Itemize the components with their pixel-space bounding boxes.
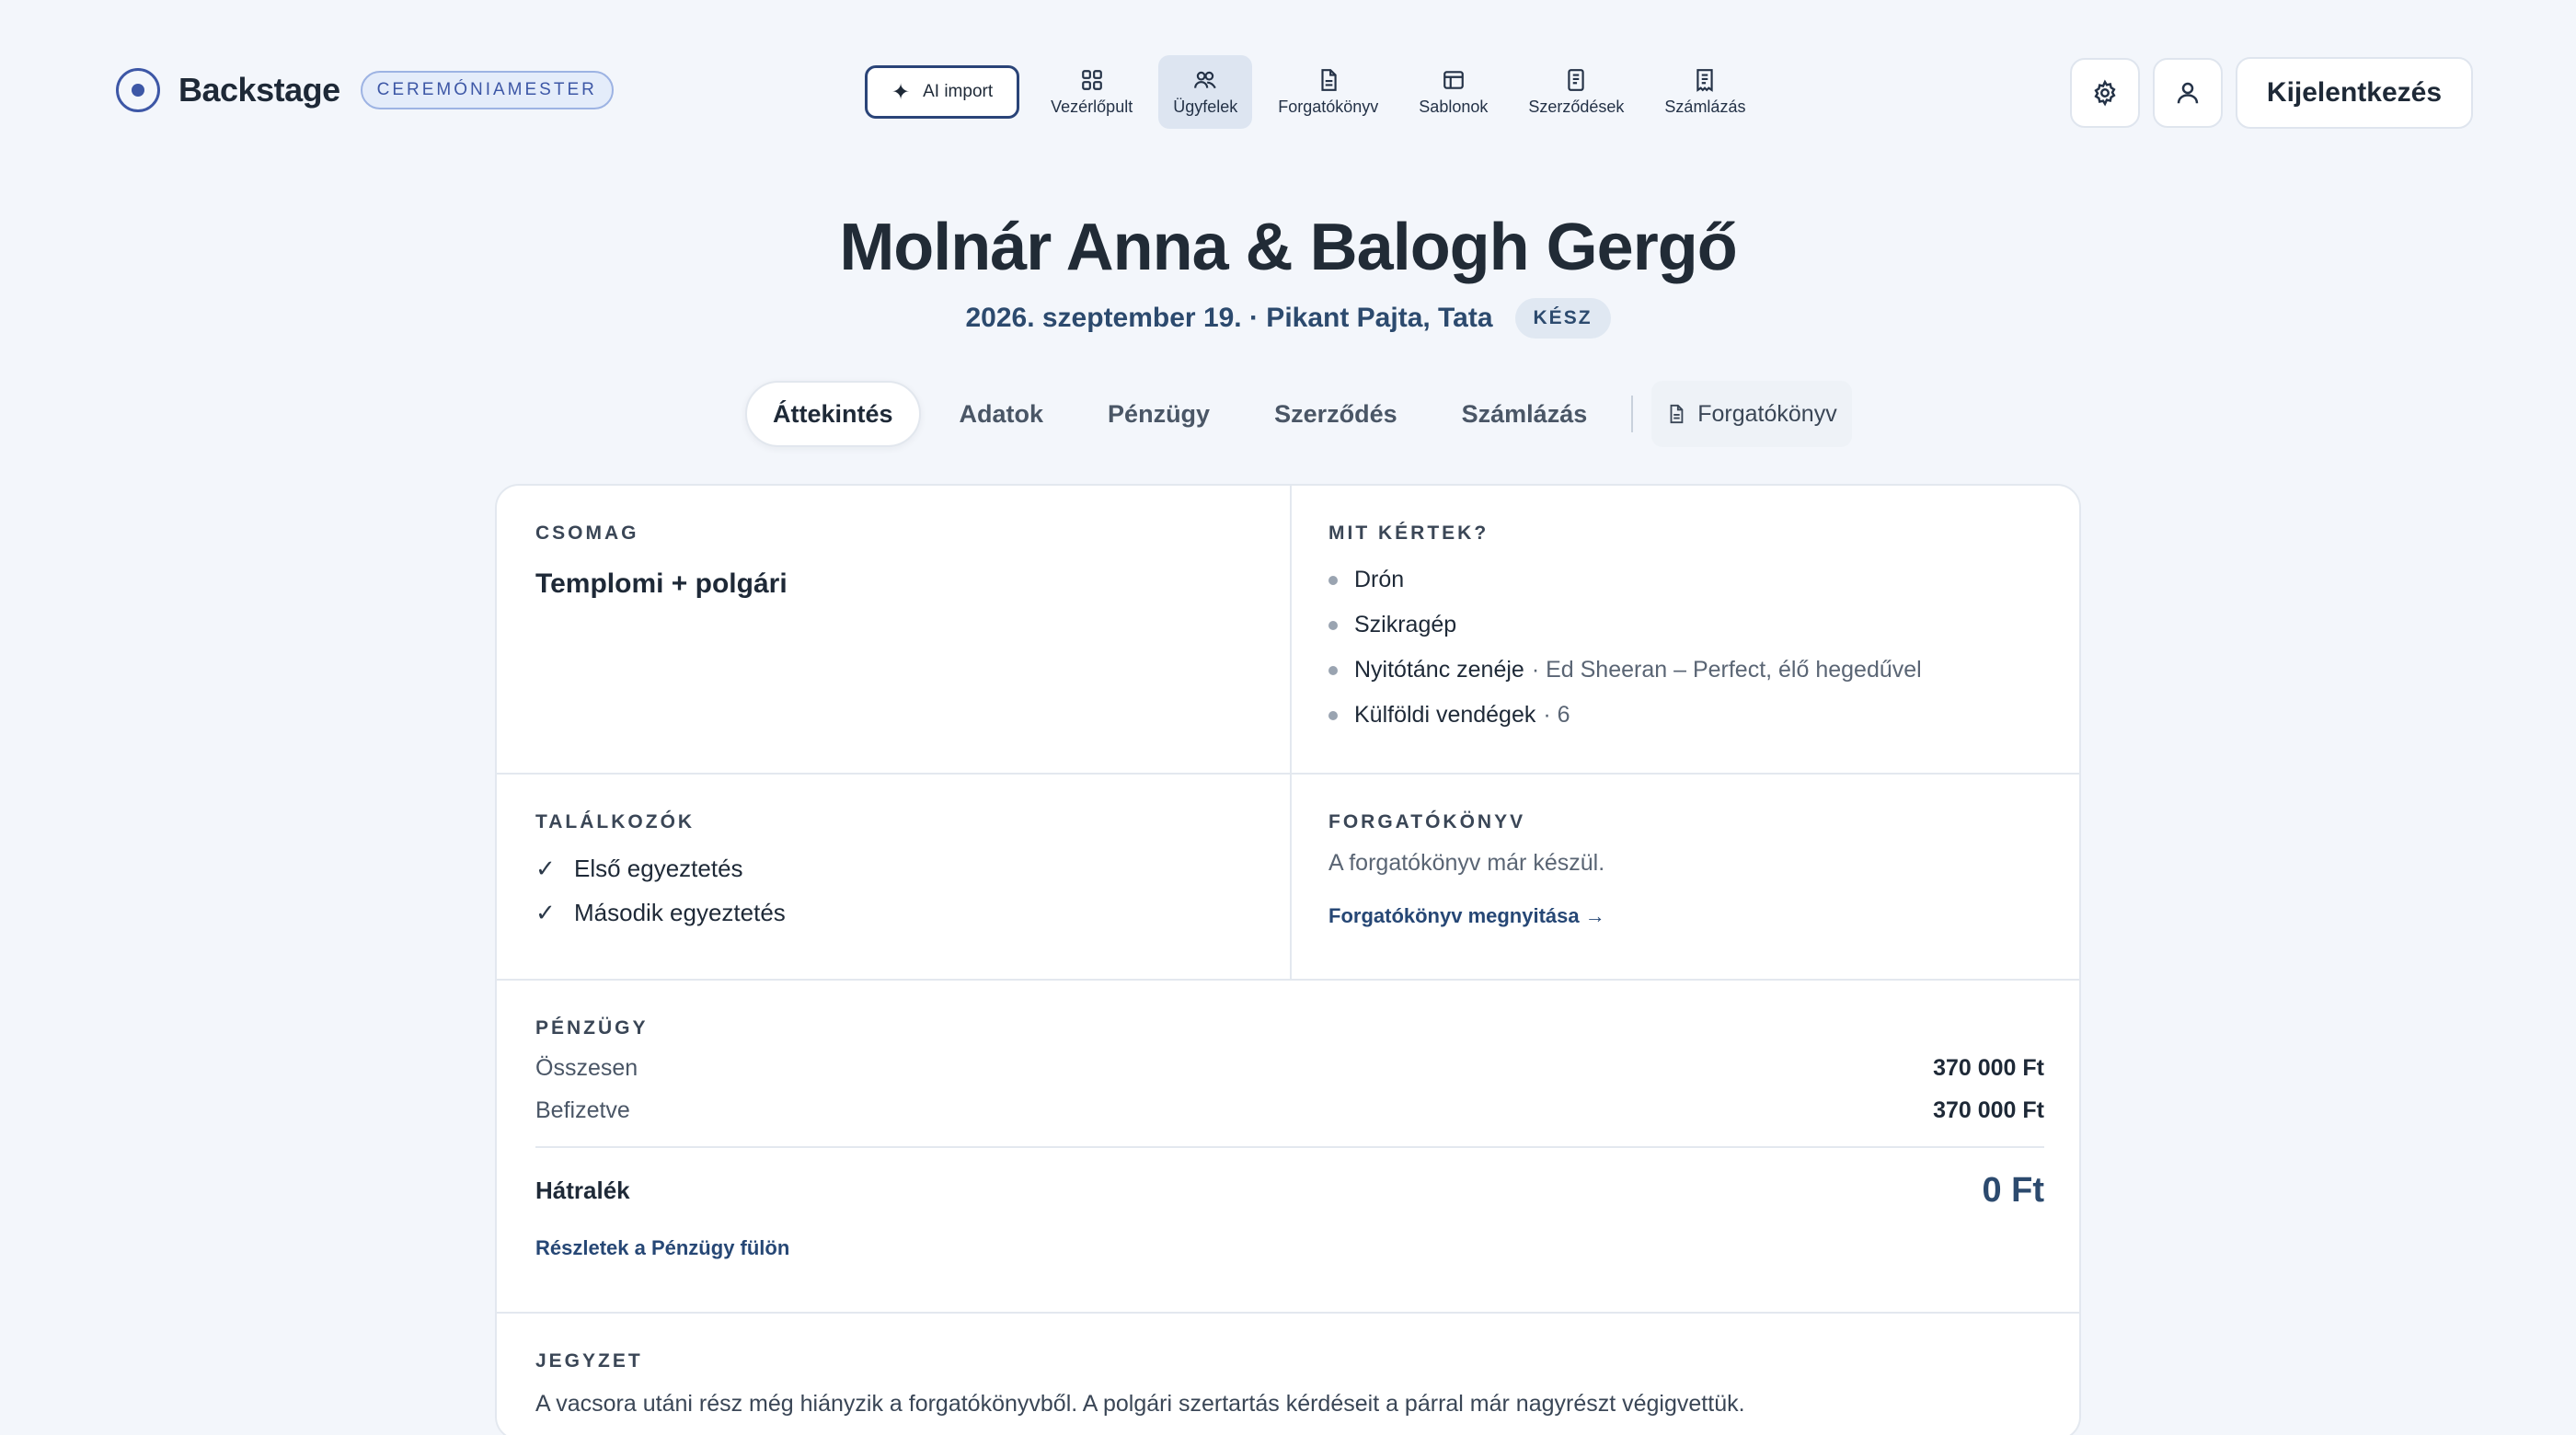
tab-szerzodes[interactable]: Szerződés (1248, 381, 1423, 447)
gear-icon (2094, 79, 2116, 107)
tab-divider (1631, 396, 1634, 432)
tab-szamlazas[interactable]: Számlázás (1436, 381, 1614, 447)
list-item: Drón (1328, 557, 2044, 603)
user-icon (2177, 82, 2199, 104)
status-badge: KÉSZ (1514, 298, 1611, 339)
finance-due-row: Hátralék 0 Ft (535, 1165, 2044, 1216)
top-bar: Backstage CEREMÓNIAMESTER ✦ AI import Ve… (0, 0, 2576, 184)
open-script-link[interactable]: Forgatókönyv megnyitása → (1328, 904, 2044, 928)
paid-value: 370 000 Ft (1933, 1096, 2044, 1123)
section-label: JEGYZET (535, 1350, 643, 1372)
nav-item-ugyfelek[interactable]: Ügyfelek (1158, 55, 1253, 129)
tab-forgatokonyv[interactable]: Forgatókönyv (1651, 381, 1852, 447)
right-tools: Kijelentkezés (2069, 57, 2473, 129)
requests-list: Drón Szikragép Nyitótánc zenéje · Ed Shee… (1328, 557, 2044, 738)
nav-item-label: Szerződések (1528, 97, 1625, 116)
meetings-section: TALÁLKOZÓK ✓ Első egyeztetés ✓ Második egy… (497, 775, 1290, 971)
section-label: MIT KÉRTEK? (1328, 522, 1489, 544)
request-text: Szikragép (1354, 612, 1457, 637)
logout-button[interactable]: Kijelentkezés (2235, 57, 2473, 129)
nav-item-label: Vezérlőpult (1051, 97, 1133, 116)
tab-attekintes[interactable]: Áttekintés (745, 381, 921, 447)
script-section: FORGATÓKÖNYV A forgatókönyv már készül. … (1290, 775, 2079, 965)
section-label: TALÁLKOZÓK (535, 811, 696, 832)
meetings-list: ✓ Első egyeztetés ✓ Második egyeztetés (535, 846, 1251, 935)
logo-icon (116, 68, 160, 112)
check-icon: ✓ (535, 854, 556, 882)
tab-forgatokonyv-label: Forgatókönyv (1697, 400, 1837, 427)
requests-section: MIT KÉRTEK? Drón Szikragép Nyitótánc zen… (1290, 486, 2079, 775)
finance-paid-row: Befizetve 370 000 Ft (535, 1089, 2044, 1131)
main-nav: ✦ AI import Vezérlőpult Ügyfelek Forgató… (865, 55, 1765, 129)
nav-item-vezerlopult[interactable]: Vezérlőpult (1036, 55, 1147, 129)
ai-import-label: AI import (923, 82, 994, 101)
nav-item-label: Sablonok (1419, 97, 1489, 116)
request-detail: · 6 (1543, 702, 1570, 728)
document-icon (1321, 68, 1337, 91)
finance-total-row: Összesen 370 000 Ft (535, 1047, 2044, 1089)
request-text: Nyitótánc zenéje (1354, 657, 1524, 683)
tab-penzugy[interactable]: Pénzügy (1082, 381, 1236, 447)
section-label: CSOMAG (535, 522, 639, 544)
package-value: Templomi + polgári (535, 568, 788, 599)
document-icon (1670, 404, 1684, 424)
brand[interactable]: Backstage CEREMÓNIAMESTER (116, 68, 614, 112)
list-item: Szikragép (1328, 603, 2044, 648)
bullet-icon (1328, 575, 1338, 585)
check-icon: ✓ (535, 898, 556, 926)
template-icon (1443, 70, 1464, 89)
role-badge: CEREMÓNIAMESTER (360, 71, 614, 109)
note-text: A vacsora utáni rész még hiányzik a forg… (535, 1391, 1745, 1417)
script-status-text: A forgatókönyv már készül. (1328, 850, 1605, 876)
list-item: Külföldi vendégek · 6 (1328, 693, 2044, 738)
users-icon (1194, 71, 1216, 88)
grid-icon (1081, 69, 1102, 90)
nav-item-szerzodesek[interactable]: Szerződések (1513, 55, 1639, 129)
nav-item-szamlazas[interactable]: Számlázás (1650, 55, 1760, 129)
finance-details-link[interactable]: Részletek a Pénzügy fülön (535, 1236, 2044, 1260)
meeting-text: Első egyeztetés (574, 854, 743, 882)
nav-item-sablonok[interactable]: Sablonok (1404, 55, 1502, 129)
settings-button[interactable] (2069, 58, 2140, 128)
section-label: PÉNZÜGY (535, 1017, 649, 1039)
event-date-venue: 2026. szeptember 19. · Pikant Pajta, Tat… (965, 303, 1493, 333)
profile-button[interactable] (2152, 58, 2223, 128)
nav-item-forgatokonyv[interactable]: Forgatókönyv (1263, 55, 1393, 129)
nav-item-label: Ügyfelek (1173, 97, 1238, 116)
brand-name: Backstage (178, 71, 340, 109)
client-tabs: Áttekintés Adatok Pénzügy Szerződés Szám… (745, 381, 1852, 447)
page-subtitle: 2026. szeptember 19. · Pikant Pajta, Tat… (0, 298, 2576, 339)
page-title: Molnár Anna & Balogh Gergő (839, 211, 1737, 284)
list-item: Nyitótánc zenéje · Ed Sheeran – Perfect, … (1328, 648, 2044, 693)
request-text: Drón (1354, 567, 1405, 592)
overview-card: CSOMAG Templomi + polgári MIT KÉRTEK? Dr… (495, 484, 2081, 1435)
list-item: ✓ Második egyeztetés (535, 890, 1251, 935)
note-section: JEGYZET A vacsora utáni rész még hiányzi… (497, 1314, 2079, 1435)
request-detail: · Ed Sheeran – Perfect, élő hegedűvel (1531, 657, 1922, 683)
contract-icon (1568, 68, 1585, 91)
section-label: FORGATÓKÖNYV (1328, 811, 1526, 832)
ai-import-button[interactable]: ✦ AI import (865, 65, 1020, 119)
tab-adatok[interactable]: Adatok (934, 381, 1070, 447)
sparkle-icon: ✦ (891, 79, 911, 105)
nav-item-label: Forgatókönyv (1278, 97, 1379, 116)
bullet-icon (1328, 665, 1338, 675)
due-label: Hátralék (535, 1176, 630, 1204)
paid-label: Befizetve (535, 1096, 630, 1123)
finance-divider (535, 1146, 2044, 1148)
bullet-icon (1328, 710, 1338, 720)
meeting-text: Második egyeztetés (574, 898, 786, 926)
nav-item-label: Számlázás (1664, 97, 1746, 116)
package-section: CSOMAG Templomi + polgári (497, 486, 1290, 637)
due-value: 0 Ft (1982, 1170, 2044, 1210)
total-label: Összesen (535, 1054, 638, 1081)
invoice-icon (1696, 68, 1714, 92)
list-item: ✓ Első egyeztetés (535, 846, 1251, 890)
bullet-icon (1328, 620, 1338, 630)
total-value: 370 000 Ft (1933, 1054, 2044, 1081)
finance-section: PÉNZÜGY Összesen 370 000 Ft Befizetve 37… (497, 981, 2079, 1297)
request-text: Külföldi vendégek (1354, 702, 1536, 728)
